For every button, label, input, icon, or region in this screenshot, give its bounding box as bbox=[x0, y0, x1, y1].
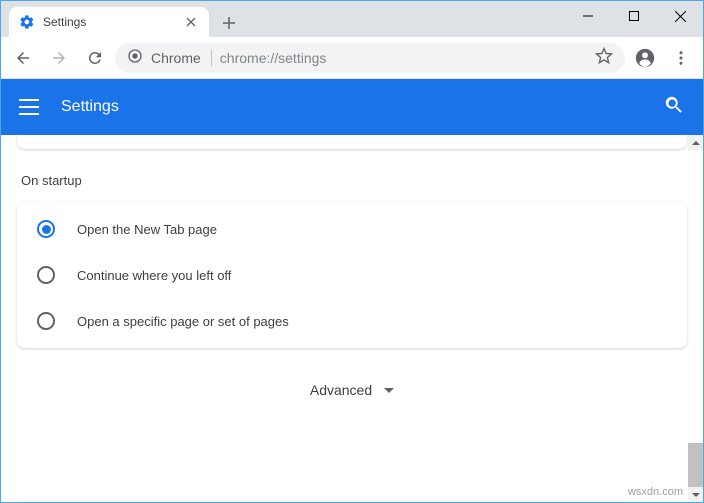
radio-option-new-tab[interactable]: Open the New Tab page bbox=[17, 206, 687, 252]
tab-title: Settings bbox=[43, 15, 175, 29]
chrome-info-icon bbox=[127, 48, 143, 67]
new-tab-button[interactable] bbox=[215, 9, 243, 37]
radio-icon bbox=[37, 312, 55, 330]
minimize-button[interactable] bbox=[565, 1, 611, 31]
radio-option-continue[interactable]: Continue where you left off bbox=[17, 252, 687, 298]
omnibox-app-label: Chrome bbox=[151, 50, 212, 66]
radio-label: Open a specific page or set of pages bbox=[77, 314, 289, 329]
close-icon[interactable] bbox=[183, 14, 199, 30]
profile-icon[interactable] bbox=[629, 42, 661, 74]
back-button[interactable] bbox=[7, 42, 39, 74]
bookmark-star-icon[interactable] bbox=[595, 47, 613, 68]
tab-settings[interactable]: Settings bbox=[9, 7, 209, 37]
startup-options-card: Open the New Tab page Continue where you… bbox=[17, 202, 687, 348]
section-label-startup: On startup bbox=[21, 173, 695, 188]
address-bar[interactable]: Chrome chrome://settings bbox=[115, 43, 625, 73]
settings-header: Settings bbox=[1, 79, 703, 135]
omnibox-url: chrome://settings bbox=[220, 50, 587, 66]
radio-label: Continue where you left off bbox=[77, 268, 231, 283]
previous-card-bottom bbox=[17, 135, 687, 149]
gear-icon bbox=[19, 14, 35, 30]
radio-icon bbox=[37, 220, 55, 238]
chevron-down-icon bbox=[384, 388, 394, 393]
scrollbar-up-button[interactable] bbox=[688, 135, 703, 150]
radio-icon bbox=[37, 266, 55, 284]
close-window-button[interactable] bbox=[657, 1, 703, 31]
browser-toolbar: Chrome chrome://settings bbox=[1, 37, 703, 79]
forward-button[interactable] bbox=[43, 42, 75, 74]
radio-label: Open the New Tab page bbox=[77, 222, 217, 237]
advanced-expander[interactable]: Advanced bbox=[9, 348, 695, 418]
menu-icon[interactable] bbox=[665, 42, 697, 74]
window-titlebar: Settings bbox=[1, 1, 703, 37]
page-title: Settings bbox=[61, 98, 641, 116]
watermark-text: wsxdn.com bbox=[628, 486, 683, 498]
scrollbar-down-button[interactable] bbox=[688, 487, 703, 502]
content-area: On startup Open the New Tab page Continu… bbox=[1, 135, 703, 502]
hamburger-icon[interactable] bbox=[19, 97, 39, 117]
advanced-label: Advanced bbox=[310, 382, 372, 398]
reload-button[interactable] bbox=[79, 42, 111, 74]
radio-option-specific-pages[interactable]: Open a specific page or set of pages bbox=[17, 298, 687, 344]
search-icon[interactable] bbox=[663, 94, 685, 121]
scrollbar-thumb[interactable] bbox=[688, 443, 703, 487]
tabs-area: Settings bbox=[1, 1, 243, 37]
window-controls bbox=[565, 1, 703, 31]
maximize-button[interactable] bbox=[611, 1, 657, 31]
